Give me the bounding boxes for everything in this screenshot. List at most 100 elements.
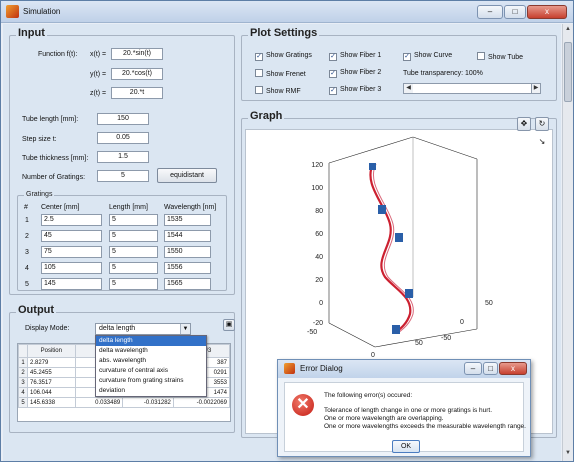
- show-tube-checkbox[interactable]: Show Tube: [477, 52, 523, 61]
- position-cell[interactable]: 76.3517: [27, 377, 76, 388]
- grating-wavelength-input[interactable]: 1550: [164, 246, 211, 258]
- checkbox-icon: ✓: [329, 53, 337, 61]
- grating-center-input[interactable]: 145: [41, 278, 102, 290]
- x-tick-label: -50: [307, 329, 317, 336]
- show-curve-checkbox[interactable]: ✓ Show Curve: [403, 52, 452, 61]
- error-maximize-button[interactable]: □: [483, 362, 498, 375]
- x-label: x(t) =: [90, 51, 107, 58]
- show-fiber1-checkbox[interactable]: ✓ Show Fiber 1: [329, 52, 381, 61]
- grating-length-input[interactable]: 5: [109, 230, 158, 242]
- tube-transparency-slider[interactable]: ◀ ▶: [403, 83, 541, 94]
- gratings-header-wavelength: Wavelength [nm]: [164, 204, 217, 211]
- checkbox-icon: ✓: [255, 53, 263, 61]
- option-deviation[interactable]: deviation: [96, 386, 206, 396]
- show-fiber2-checkbox[interactable]: ✓ Show Fiber 2: [329, 69, 381, 78]
- value-cell[interactable]: 0.033489: [74, 397, 124, 408]
- grating-marker: [405, 289, 413, 298]
- chevron-down-icon[interactable]: ▼: [180, 324, 190, 334]
- vertical-scrollbar[interactable]: ▲ ▼: [562, 24, 573, 461]
- row-number: 3: [18, 377, 28, 388]
- z-function-input[interactable]: 20.*t: [111, 87, 163, 99]
- plot-settings-legend: Plot Settings: [248, 27, 320, 39]
- option-delta-length[interactable]: delta length: [96, 336, 206, 346]
- grating-wavelength-input[interactable]: 1544: [164, 230, 211, 242]
- output-legend: Output: [16, 304, 57, 316]
- graph-legend: Graph: [248, 110, 285, 122]
- show-frenet-label: Show Frenet: [266, 71, 306, 78]
- input-legend: Input: [16, 27, 47, 39]
- show-gratings-checkbox[interactable]: ✓ Show Gratings: [255, 52, 312, 61]
- step-size-input[interactable]: 0.05: [97, 132, 149, 144]
- position-cell[interactable]: 45.2455: [27, 367, 76, 378]
- scroll-up-arrow-icon[interactable]: ▲: [564, 26, 572, 32]
- show-rmf-checkbox[interactable]: Show RMF: [255, 86, 301, 95]
- grating-center-input[interactable]: 105: [41, 262, 102, 274]
- y-tick-label: -50: [441, 335, 451, 342]
- tube-thickness-input[interactable]: 1.5: [97, 151, 149, 163]
- table-row[interactable]: 5 145.6338 0.033489 -0.031282 -0.0022069: [18, 397, 230, 408]
- slider-thumb[interactable]: ▶: [531, 84, 540, 93]
- equidistant-button[interactable]: equidistant: [157, 168, 217, 183]
- function-label: Function f(t):: [38, 51, 78, 58]
- fiber-line: [373, 163, 414, 334]
- tube-transparency-label: Tube transparency: 100%: [403, 70, 483, 77]
- tube-length-input[interactable]: 150: [97, 113, 149, 125]
- row-number: 1: [18, 357, 28, 368]
- position-cell[interactable]: 2.8279: [27, 357, 76, 368]
- error-close-button[interactable]: x: [499, 362, 527, 375]
- grating-center-input[interactable]: 75: [41, 246, 102, 258]
- grating-length-input[interactable]: 5: [109, 278, 158, 290]
- grating-center-input[interactable]: 45: [41, 230, 102, 242]
- show-rmf-label: Show RMF: [266, 88, 301, 95]
- grating-marker: [378, 205, 386, 214]
- z-tick-label: 100: [311, 185, 323, 192]
- grating-wavelength-input[interactable]: 1565: [164, 278, 211, 290]
- row-header-corner: [18, 344, 28, 358]
- y-function-input[interactable]: 20.*cos(t): [111, 68, 163, 80]
- scroll-thumb[interactable]: [564, 42, 572, 102]
- grating-wavelength-input[interactable]: 1535: [164, 214, 211, 226]
- gratings-header-length: Length [mm]: [109, 204, 148, 211]
- z-tick-label: 0: [319, 300, 323, 307]
- close-button[interactable]: x: [527, 5, 567, 19]
- slider-left-arrow-icon[interactable]: ◀: [404, 84, 413, 93]
- error-minimize-button[interactable]: –: [464, 362, 482, 375]
- scroll-down-arrow-icon[interactable]: ▼: [564, 450, 572, 456]
- gratings-header-index: #: [24, 204, 28, 211]
- option-curvature-central-axis[interactable]: curvature of central axis: [96, 366, 206, 376]
- x-function-input[interactable]: 20.*sin(t): [111, 48, 163, 60]
- display-mode-dropdown[interactable]: delta length ▼: [95, 323, 191, 335]
- app-icon: [6, 5, 19, 18]
- value-cell[interactable]: -0.031282: [122, 397, 174, 408]
- show-frenet-checkbox[interactable]: Show Frenet: [255, 69, 306, 78]
- position-cell[interactable]: 145.6338: [27, 397, 76, 408]
- tube-length-label: Tube length [mm]:: [22, 116, 79, 123]
- grating-length-input[interactable]: 5: [109, 262, 158, 274]
- z-tick-label: 60: [315, 231, 323, 238]
- grating-center-input[interactable]: 2.5: [41, 214, 102, 226]
- option-curvature-grating-strains[interactable]: curvature from grating strains: [96, 376, 206, 386]
- ok-button[interactable]: OK: [392, 440, 420, 453]
- error-line-4: One or more wavelengths exceeds the meas…: [324, 423, 526, 430]
- grating-length-input[interactable]: 5: [109, 246, 158, 258]
- gratings-count-input[interactable]: 5: [97, 170, 149, 182]
- minimize-button[interactable]: –: [477, 5, 503, 19]
- checkbox-icon: ✓: [329, 70, 337, 78]
- option-delta-wavelength[interactable]: delta wavelength: [96, 346, 206, 356]
- grating-length-input[interactable]: 5: [109, 214, 158, 226]
- y-label: y(t) =: [90, 71, 107, 78]
- grating-index: 3: [25, 249, 29, 256]
- error-line-2: Tolerance of length change in one or mor…: [324, 407, 493, 414]
- z-tick-label: 20: [315, 277, 323, 284]
- maximize-button[interactable]: □: [504, 5, 526, 19]
- checkbox-icon: ✓: [403, 53, 411, 61]
- grating-wavelength-input[interactable]: 1556: [164, 262, 211, 274]
- position-cell[interactable]: 106.044: [27, 387, 76, 398]
- col-position-header: Position: [27, 344, 76, 358]
- value-cell[interactable]: -0.0022069: [172, 397, 230, 408]
- option-abs-wavelength[interactable]: abs. wavelength: [96, 356, 206, 366]
- display-mode-options: delta length delta wavelength abs. wavel…: [95, 335, 207, 397]
- save-icon[interactable]: ▣: [223, 319, 235, 331]
- show-fiber3-checkbox[interactable]: ✓ Show Fiber 3: [329, 86, 381, 95]
- simulation-window: Simulation – □ x ▲ ▼ Input Function f(t)…: [0, 0, 574, 462]
